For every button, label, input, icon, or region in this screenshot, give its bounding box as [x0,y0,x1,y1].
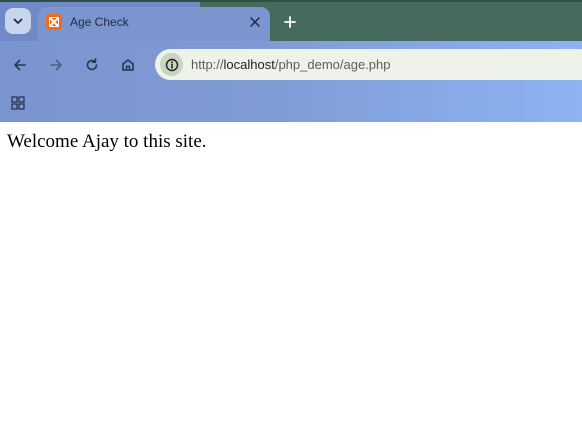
welcome-message: Welcome Ajay to this site. [7,131,207,152]
new-tab-button[interactable] [280,12,300,32]
browser-toolbar: http://localhost/php_demo/age.php [0,41,582,122]
chevron-down-icon [13,18,23,24]
forward-button[interactable] [44,53,68,77]
back-button[interactable] [8,53,32,77]
info-icon [165,58,178,71]
home-icon [122,59,134,71]
close-icon [250,17,260,27]
page-content: Welcome Ajay to this site. [0,122,582,424]
xampp-icon [46,14,62,30]
apps-button[interactable] [8,93,28,113]
url-host: localhost [223,57,275,72]
url-text[interactable]: http://localhost/php_demo/age.php [191,57,391,72]
plus-icon [284,16,296,28]
address-bar[interactable]: http://localhost/php_demo/age.php [155,49,582,80]
browser-window: Age Check http://localhost/php_demo/age.… [0,0,582,424]
back-arrow-icon [14,59,26,71]
reload-icon [86,58,98,71]
reload-button[interactable] [80,53,104,77]
tab-strip: Age Check [0,0,582,41]
url-path: /php_demo/age.php [274,57,391,72]
tab-age-check[interactable]: Age Check [38,7,270,41]
site-info-button[interactable] [160,53,183,76]
home-button[interactable] [116,53,140,77]
tab-close-button[interactable] [246,13,264,31]
url-scheme: http:// [191,57,224,72]
tab-title: Age Check [70,15,129,29]
window-top-border [0,0,582,2]
forward-arrow-icon [50,59,62,71]
tab-search-button[interactable] [5,8,31,34]
apps-grid-icon [11,96,25,110]
